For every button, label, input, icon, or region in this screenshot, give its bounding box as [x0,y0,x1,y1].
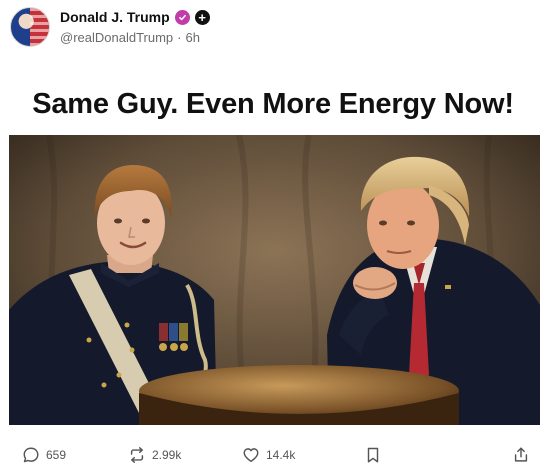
meta-separator: · [177,29,182,45]
reply-count: 659 [46,448,67,462]
avatar[interactable] [10,7,50,47]
repost-icon [130,447,144,463]
action-bar: 659 2.99k 14.4k [22,444,530,466]
reply-button[interactable]: 659 [22,446,128,464]
like-button[interactable]: 14.4k [242,446,364,464]
display-name[interactable]: Donald J. Trump [60,9,170,25]
meta-row: @realDonaldTrump · 6h [60,27,210,47]
reply-icon [23,447,39,463]
post-image[interactable] [9,135,540,425]
bookmark-icon [367,447,379,463]
verified-badge-icon [174,9,190,25]
post-card: Donald J. Trump + @realDonaldTrump · 6h … [0,0,546,474]
post-image-illustration [9,135,540,425]
name-row: Donald J. Trump + [60,7,210,27]
like-icon [243,448,259,463]
timestamp[interactable]: 6h [186,30,200,45]
share-button[interactable] [512,446,530,464]
like-count: 14.4k [266,448,296,462]
bookmark-button[interactable] [364,446,424,464]
post-header: Donald J. Trump + @realDonaldTrump · 6h [10,5,210,49]
share-icon [514,447,528,462]
author-identity: Donald J. Trump + @realDonaldTrump · 6h [60,7,210,47]
handle[interactable]: @realDonaldTrump [60,30,173,45]
repost-button[interactable]: 2.99k [128,446,242,464]
follow-plus-icon[interactable]: + [194,9,210,25]
post-headline: Same Guy. Even More Energy Now! [32,88,514,120]
repost-count: 2.99k [152,448,182,462]
